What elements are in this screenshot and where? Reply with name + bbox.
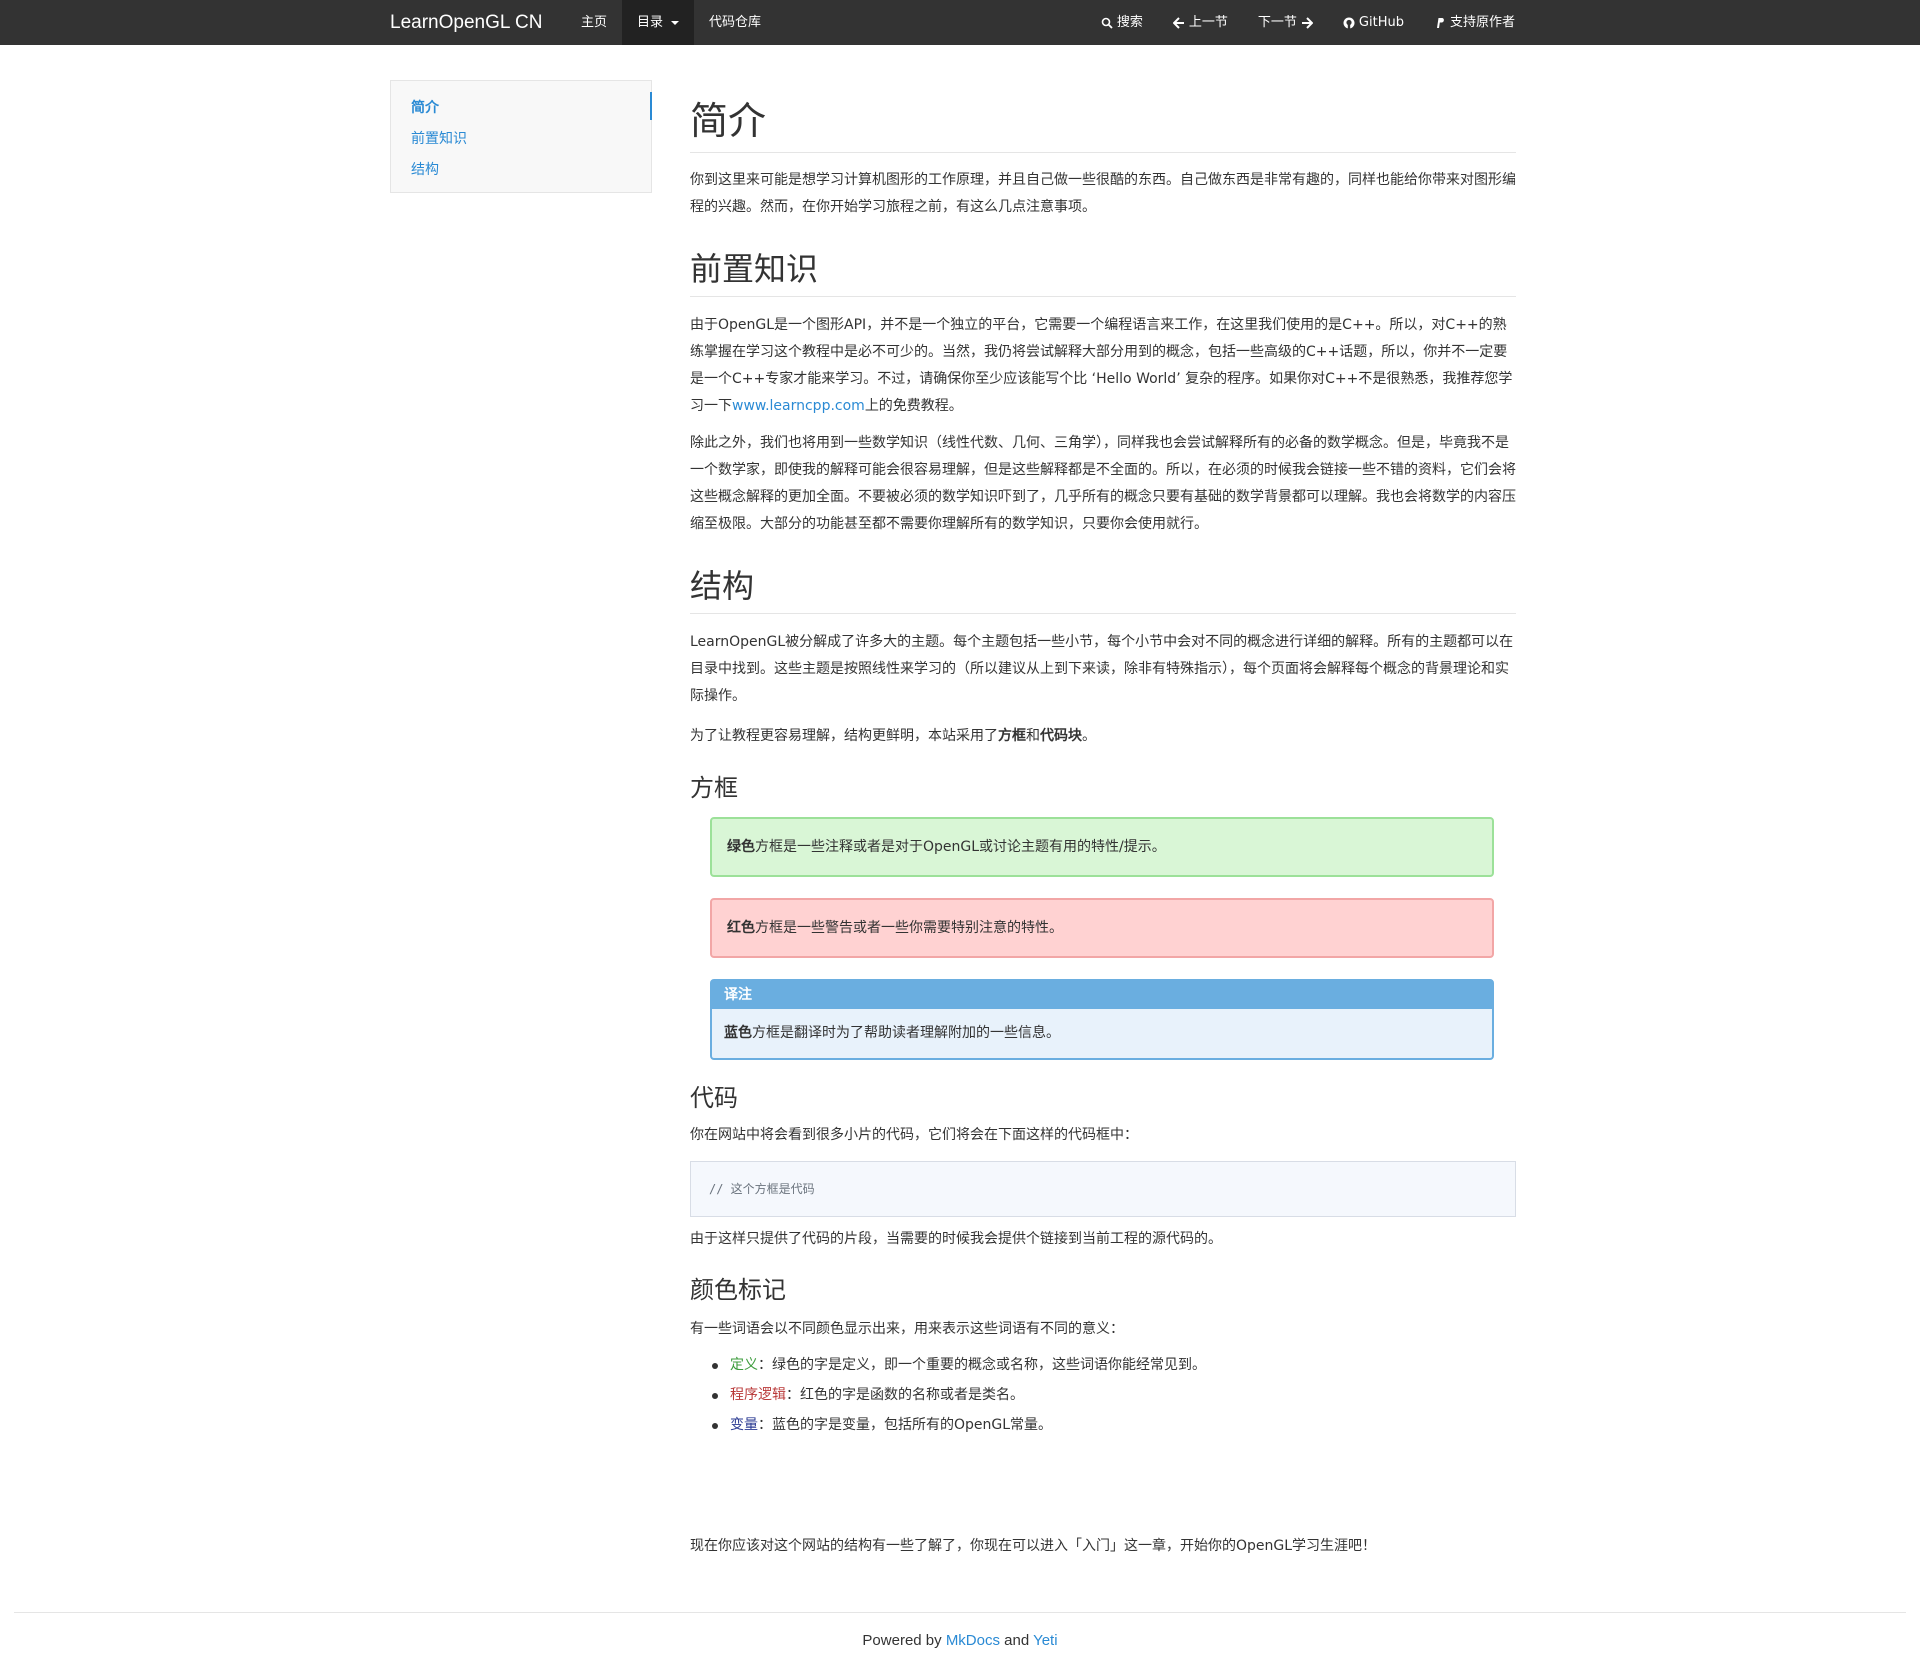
heading-structure: 结构 (690, 567, 755, 605)
structure-text: 为了让教程更容易理解，结构更鲜明，本站采用了 (690, 728, 998, 744)
term-variable: 变量 (730, 1417, 758, 1433)
heading-boxes: 方框 (690, 774, 738, 802)
toc-active-indicator (650, 92, 652, 120)
toc-item-intro[interactable]: 简介 (411, 97, 439, 117)
paypal-icon (1434, 17, 1446, 29)
toc-sidebar: 简介 前置知识 结构 (390, 80, 652, 193)
arrow-left-icon (1172, 16, 1185, 29)
footer-prefix: Powered by (862, 1632, 946, 1649)
github-icon (1343, 17, 1355, 29)
search-icon (1101, 17, 1113, 29)
divider (690, 152, 1516, 153)
nav-left-menu: 主页 目录 代码仓库 (566, 0, 776, 45)
code-paragraph-1: 你在网站中将会看到很多小片的代码，它们将会在下面这样的代码框中： (690, 1127, 1138, 1143)
bullet-icon (712, 1393, 718, 1399)
term-description: ：蓝色的字是变量，包括所有的OpenGL常量。 (758, 1417, 1053, 1433)
green-box-bold: 绿色 (727, 839, 755, 855)
page-title: 简介 (690, 99, 767, 143)
nav-github[interactable]: GitHub (1328, 0, 1419, 45)
structure-paragraph-2: 为了让教程更容易理解，结构更鲜明，本站采用了方框和代码块。 (690, 723, 1516, 750)
list-item: 变量：蓝色的字是变量，包括所有的OpenGL常量。 (690, 1410, 1516, 1440)
blue-box-text: 方框是翻译时为了帮助读者理解附加的一些信息。 (752, 1025, 1060, 1041)
top-navbar: LearnOpenGL CN 主页 目录 代码仓库 搜索 上一节 下一节 Git… (0, 0, 1920, 45)
footer: Powered by MkDocs and Yeti (0, 1632, 1920, 1649)
arrow-right-icon (1301, 16, 1313, 29)
nav-next-label: 下一节 (1257, 15, 1297, 30)
nav-contents-dropdown[interactable]: 目录 (622, 0, 695, 45)
nav-search-label: 搜索 (1116, 15, 1143, 30)
term-description: ：绿色的字是定义，即一个重要的概念或名称，这些词语你能经常见到。 (758, 1357, 1206, 1373)
list-item: 定义：绿色的字是定义，即一个重要的概念或名称，这些词语你能经常见到。 (690, 1350, 1516, 1380)
code-paragraph-2: 由于这样只提供了代码的片段，当需要的时候我会提供个链接到当前工程的源代码的。 (690, 1231, 1222, 1247)
intro-paragraph: 你到这里来可能是想学习计算机图形的工作原理，并且自己做一些很酷的东西。自己做东西… (690, 172, 1516, 215)
prereq-paragraph-2: 除此之外，我们也将用到一些数学知识（线性代数、几何、三角学），同样我也会尝试解释… (690, 435, 1516, 532)
blue-box-bold: 蓝色 (724, 1025, 752, 1041)
nav-contents-label: 目录 (637, 15, 664, 30)
nav-code-repo[interactable]: 代码仓库 (694, 0, 776, 45)
bullet-icon (712, 1423, 718, 1429)
nav-home[interactable]: 主页 (566, 0, 622, 45)
term-program-logic: 程序逻辑 (730, 1387, 786, 1403)
structure-bold-boxes: 方框 (998, 728, 1026, 744)
structure-paragraph-1: LearnOpenGL被分解成了许多大的主题。每个主题包括一些小节，每个小节中会… (690, 634, 1514, 704)
caret-down-icon (671, 20, 680, 25)
nav-github-label: GitHub (1358, 15, 1404, 30)
nav-support-author[interactable]: 支持原作者 (1419, 0, 1530, 45)
term-definition: 定义 (730, 1357, 758, 1373)
green-box-text: 方框是一些注释或者是对于OpenGL或讨论主题有用的特性/提示。 (755, 839, 1166, 855)
prereq-text-after: 上的免费教程。 (864, 398, 963, 414)
list-item: 程序逻辑：红色的字是函数的名称或者是类名。 (690, 1380, 1516, 1410)
nav-code-repo-label: 代码仓库 (709, 15, 762, 30)
toc-item-prerequisites[interactable]: 前置知识 (411, 128, 467, 148)
closing-paragraph: 现在你应该对这个网站的结构有一些了解了，你现在可以进入「入门」这一章，开始你的O… (690, 1538, 1377, 1554)
nav-home-label: 主页 (581, 15, 608, 30)
divider (690, 613, 1516, 614)
blue-box-header: 译注 (712, 981, 1492, 1009)
nav-right-menu: 搜索 上一节 下一节 GitHub 支持原作者 (1086, 0, 1530, 45)
heading-prerequisites: 前置知识 (690, 250, 819, 288)
prereq-paragraph-1: 由于OpenGL是一个图形API，并不是一个独立的平台，它需要一个编程语言来工作… (690, 312, 1516, 420)
bullet-icon (712, 1363, 718, 1369)
yeti-link[interactable]: Yeti (1033, 1632, 1057, 1649)
nav-prev[interactable]: 上一节 (1158, 0, 1243, 45)
divider (690, 296, 1516, 297)
nav-search[interactable]: 搜索 (1086, 0, 1158, 45)
footer-divider (14, 1612, 1906, 1613)
mkdocs-link[interactable]: MkDocs (946, 1632, 1000, 1649)
nav-prev-label: 上一节 (1188, 15, 1228, 30)
nav-support-label: 支持原作者 (1449, 15, 1515, 30)
heading-code: 代码 (690, 1084, 738, 1112)
red-box-text: 方框是一些警告或者一些你需要特别注意的特性。 (755, 920, 1063, 936)
structure-bold-code: 代码块 (1040, 728, 1082, 744)
brand-link[interactable]: LearnOpenGL CN (390, 0, 542, 45)
blue-translator-note-box: 译注 蓝色方框是翻译时为了帮助读者理解附加的一些信息。 (710, 979, 1494, 1060)
color-legend-list: 定义：绿色的字是定义，即一个重要的概念或名称，这些词语你能经常见到。 程序逻辑：… (690, 1350, 1516, 1440)
nav-next[interactable]: 下一节 (1243, 0, 1328, 45)
heading-color-marks: 颜色标记 (690, 1276, 786, 1304)
red-warning-box: 红色方框是一些警告或者一些你需要特别注意的特性。 (710, 898, 1494, 958)
color-paragraph: 有一些词语会以不同颜色显示出来，用来表示这些词语有不同的意义： (690, 1321, 1124, 1337)
learncpp-link[interactable]: www.learncpp.com (732, 398, 865, 414)
red-box-bold: 红色 (727, 920, 755, 936)
footer-mid: and (999, 1632, 1034, 1649)
structure-text-end: 。 (1082, 728, 1096, 744)
term-description: ：红色的字是函数的名称或者是类名。 (786, 1387, 1024, 1403)
toc-item-structure[interactable]: 结构 (411, 159, 439, 179)
green-note-box: 绿色方框是一些注释或者是对于OpenGL或讨论主题有用的特性/提示。 (710, 817, 1494, 877)
blue-box-body: 蓝色方框是翻译时为了帮助读者理解附加的一些信息。 (712, 1009, 1492, 1058)
code-block: // 这个方框是代码 (690, 1161, 1516, 1217)
structure-text-mid: 和 (1026, 728, 1040, 744)
